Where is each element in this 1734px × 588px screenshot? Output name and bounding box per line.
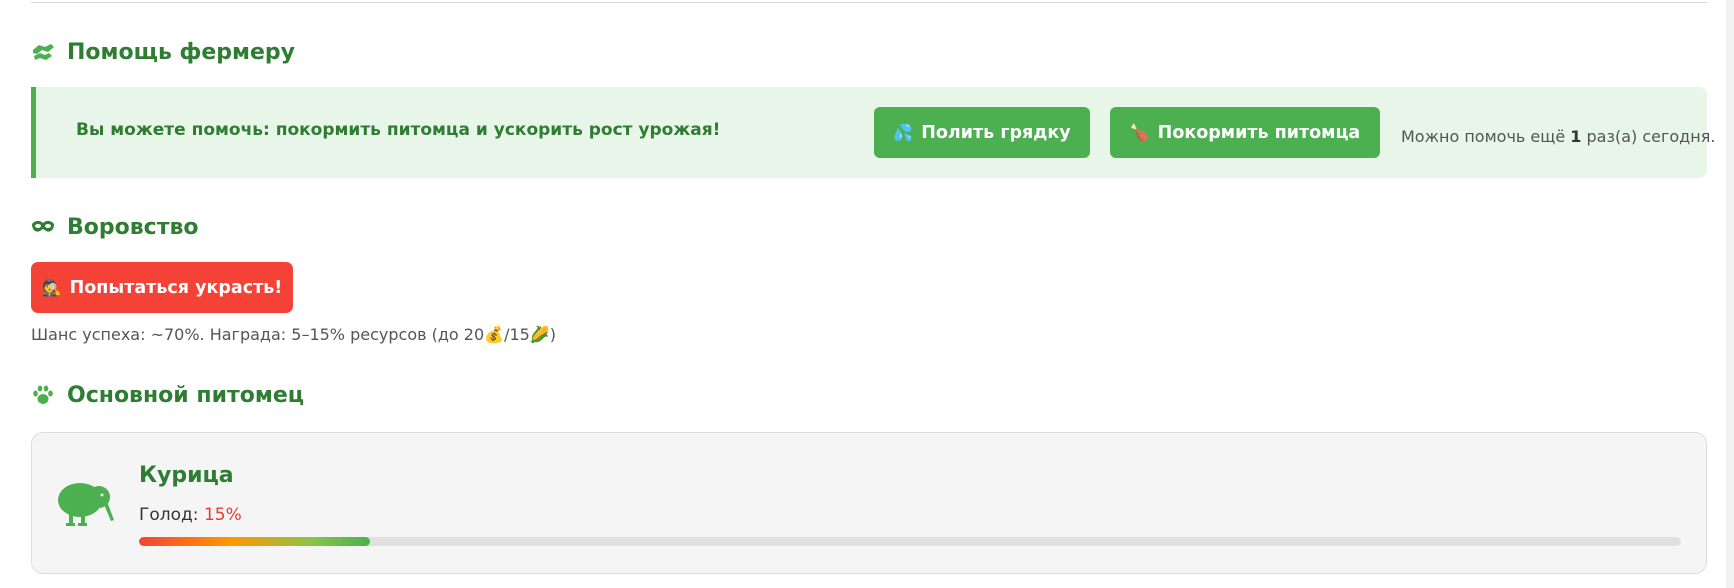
divider [31, 2, 1707, 3]
coin-bag-icon: 💰 [484, 325, 505, 344]
detective-icon: 🕵️ [41, 278, 62, 297]
help-limit-text: Можно помочь ещё 1 раз(а) сегодня. [1401, 127, 1715, 146]
feed-pet-button-label: Покормить питомца [1157, 122, 1361, 143]
main-content: Помощь фермеру Вы можете помочь: покорми… [31, 0, 1715, 588]
steal-info-middle: /15 [504, 325, 530, 344]
pet-card: Курица Голод: 15% [31, 432, 1707, 574]
corn-icon: 🌽 [529, 325, 550, 344]
theft-section-title: Воровство [31, 210, 199, 244]
help-section-title-text: Помощь фермеру [67, 39, 296, 65]
help-section-title: Помощь фермеру [31, 35, 295, 69]
water-bed-button-label: Полить грядку [921, 122, 1071, 143]
mask-icon [31, 215, 55, 239]
steal-button-label: Попытаться украсть! [69, 277, 283, 298]
help-limit-prefix: Можно помочь ещё [1401, 127, 1571, 146]
pet-section-title-text: Основной питомец [67, 382, 305, 408]
hunger-value: 15% [203, 505, 242, 525]
kiwi-bird-icon [56, 478, 116, 528]
help-message: Вы можете помочь: покормить питомца и ус… [76, 120, 721, 140]
page: Помощь фермеру Вы можете помочь: покорми… [0, 0, 1734, 588]
hunger-label: Голод: [139, 505, 199, 525]
hunger-progress-bar [139, 537, 1681, 546]
theft-section-title-text: Воровство [67, 214, 199, 240]
paw-icon [31, 383, 55, 407]
pet-name: Курица [139, 463, 234, 488]
steal-button[interactable]: 🕵️ Попытаться украсть! [31, 262, 293, 313]
feed-pet-button[interactable]: 🍗 Покормить питомца [1110, 107, 1380, 158]
scrollbar[interactable] [1726, 0, 1734, 588]
help-limit-count: 1 [1570, 127, 1582, 146]
helping-hand-icon [31, 40, 55, 64]
water-bed-button[interactable]: 💦 Полить грядку [874, 107, 1090, 158]
hunger-progress-fill [139, 537, 371, 546]
pet-section-title: Основной питомец [31, 378, 304, 412]
steal-info-prefix: Шанс успеха: ~70%. Награда: 5–15% ресурс… [31, 325, 485, 344]
steal-info-text: Шанс успеха: ~70%. Награда: 5–15% ресурс… [31, 325, 556, 344]
steal-info-suffix: ) [549, 325, 556, 344]
help-panel: Вы можете помочь: покормить питомца и ус… [31, 87, 1715, 178]
water-drops-icon: 💦 [893, 123, 914, 142]
hunger-line: Голод: 15% [139, 505, 242, 525]
drumstick-icon: 🍗 [1129, 123, 1150, 142]
help-limit-suffix: раз(а) сегодня. [1581, 127, 1716, 146]
